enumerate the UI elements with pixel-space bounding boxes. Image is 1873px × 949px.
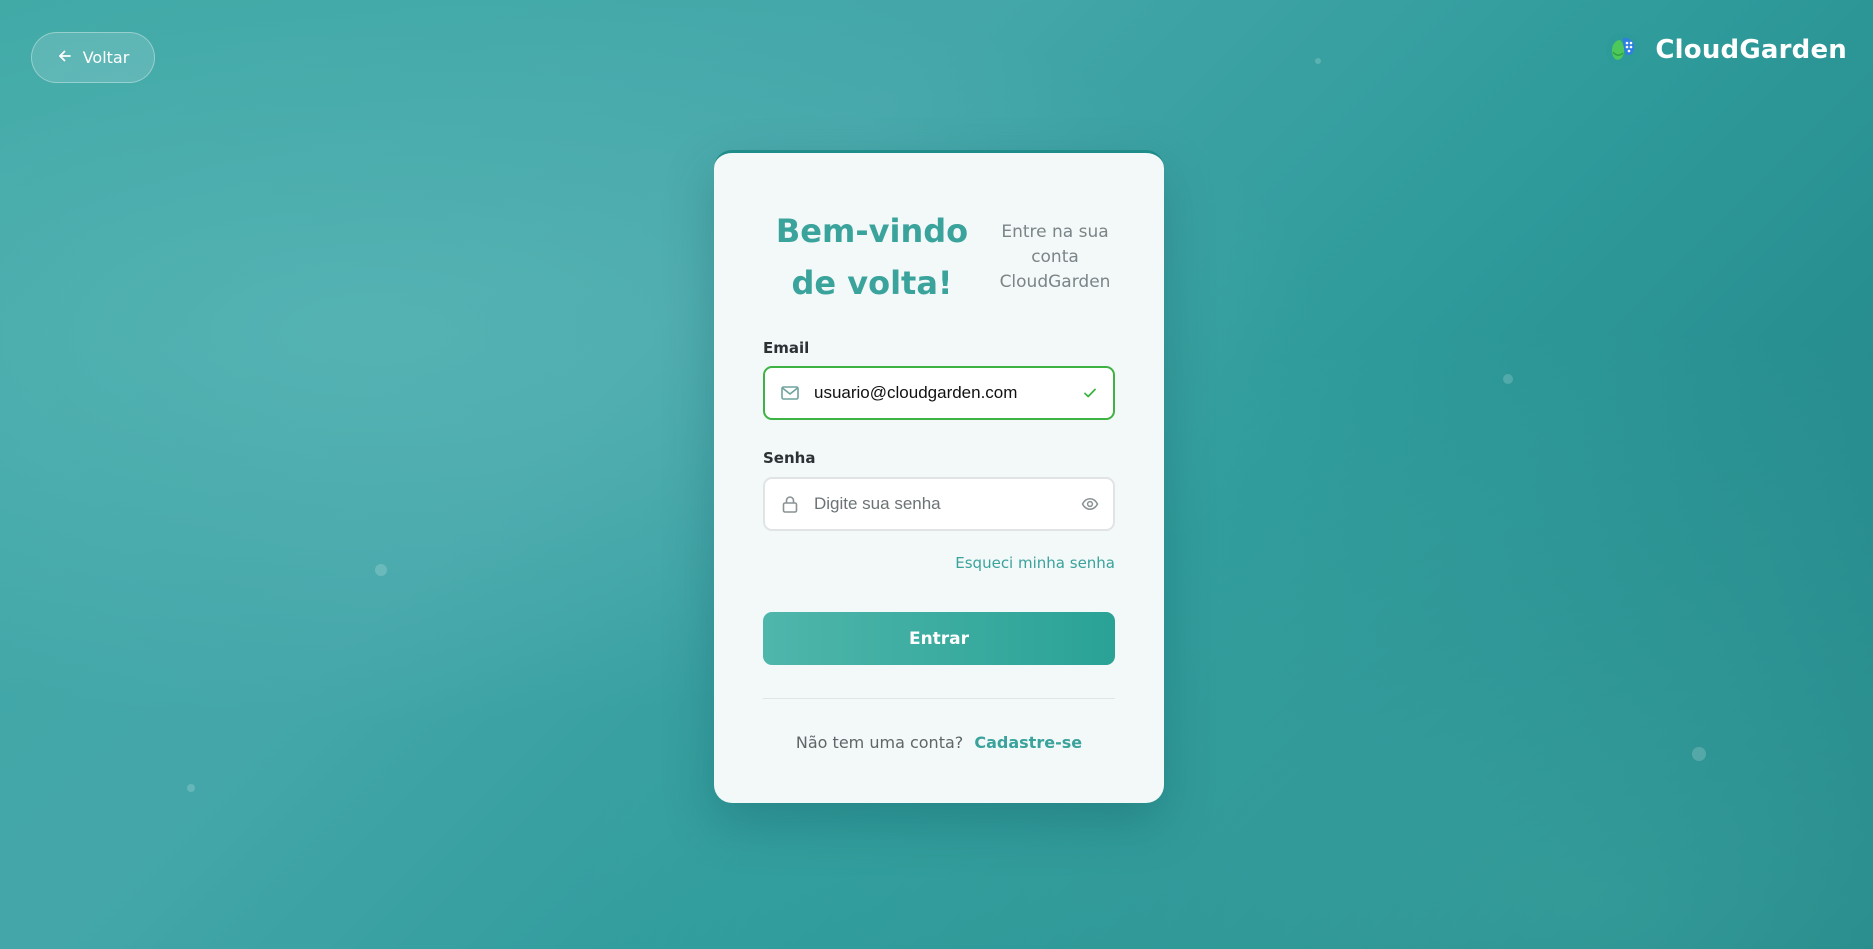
back-button[interactable]: Voltar	[31, 32, 155, 83]
signup-row: Não tem uma conta? Cadastre-se	[714, 733, 1164, 752]
decorative-dot	[1315, 58, 1321, 64]
mail-icon	[780, 383, 800, 403]
check-icon	[1081, 384, 1099, 402]
card-header: Bem-vindo de volta! Entre na sua conta C…	[714, 205, 1164, 309]
password-label: Senha	[763, 449, 816, 467]
login-button[interactable]: Entrar	[763, 612, 1115, 665]
decorative-dot	[1503, 374, 1513, 384]
email-field[interactable]	[814, 383, 1081, 403]
eye-icon[interactable]	[1081, 495, 1099, 513]
email-field-wrapper	[763, 366, 1115, 420]
login-card: Bem-vindo de volta! Entre na sua conta C…	[714, 150, 1164, 803]
back-button-label: Voltar	[82, 48, 130, 67]
page-title: Bem-vindo de volta!	[775, 212, 969, 302]
signup-link[interactable]: Cadastre-se	[974, 733, 1082, 752]
brand-name: CloudGarden	[1655, 35, 1847, 65]
decorative-dot	[375, 564, 387, 576]
lock-icon	[780, 494, 800, 514]
arrow-left-icon	[57, 48, 73, 68]
decorative-dot	[187, 784, 195, 792]
password-field[interactable]	[814, 494, 1081, 514]
decorative-dot	[1692, 747, 1706, 761]
password-field-wrapper	[763, 477, 1115, 531]
forgot-password-link[interactable]: Esqueci minha senha	[955, 554, 1115, 572]
signup-prompt: Não tem uma conta?	[795, 733, 964, 752]
email-label: Email	[763, 339, 810, 357]
cloudgarden-logo-icon	[1605, 32, 1641, 68]
brand[interactable]: CloudGarden	[1605, 32, 1847, 68]
divider	[763, 698, 1115, 699]
page-subtitle: Entre na sua conta CloudGarden	[999, 221, 1111, 292]
